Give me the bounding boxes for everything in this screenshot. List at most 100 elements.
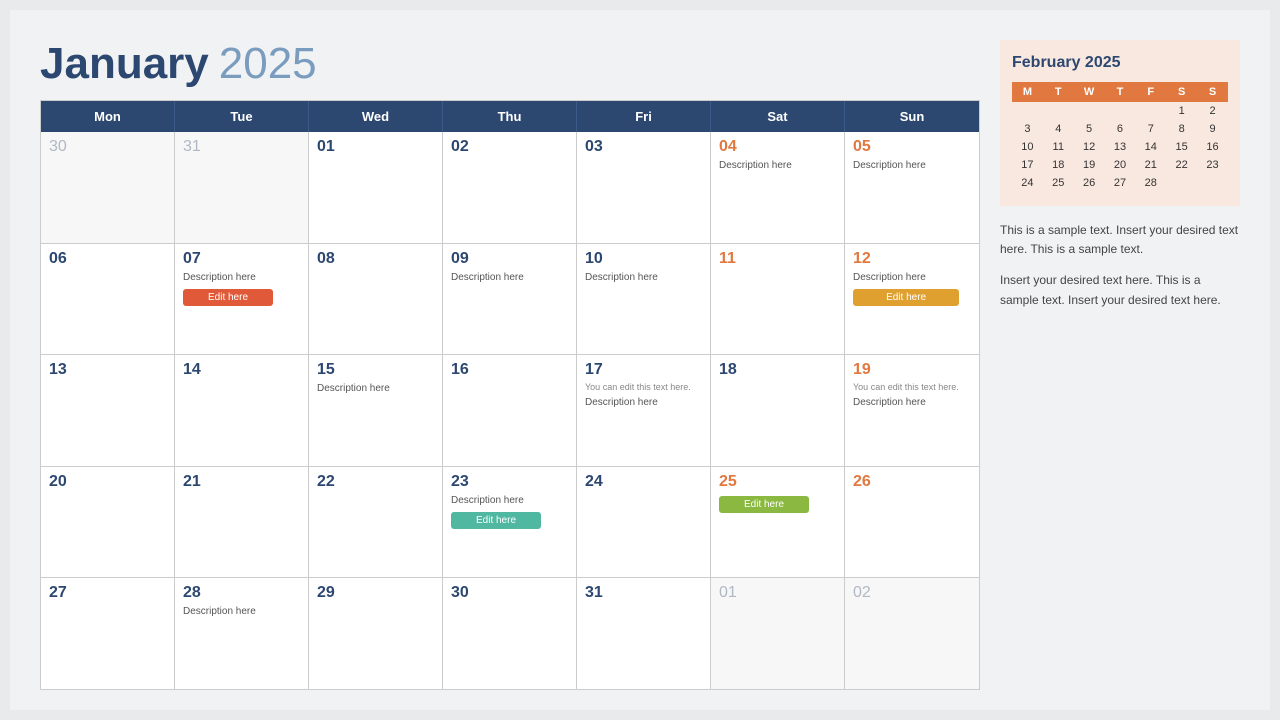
- mini-cal-cell: [1166, 174, 1197, 192]
- mini-cal-cell: [1012, 102, 1043, 120]
- small-note: You can edit this text here.: [585, 382, 702, 393]
- cal-header-cell-mon: Mon: [41, 101, 175, 132]
- mini-cal-row: 17181920212223: [1012, 156, 1228, 174]
- cal-cell: 30: [41, 132, 175, 243]
- mini-cal-cell: 7: [1135, 120, 1166, 138]
- day-number: 08: [317, 250, 434, 268]
- description-text: Description here: [451, 494, 568, 507]
- day-number: 06: [49, 250, 166, 268]
- cal-cell: 31: [577, 578, 711, 689]
- day-number: 30: [49, 138, 166, 156]
- cal-cell: 02: [845, 578, 979, 689]
- cal-header-cell-tue: Tue: [175, 101, 309, 132]
- sample-text-paragraph: This is a sample text. Insert your desir…: [1000, 221, 1240, 259]
- right-panel: February 2025 MTWTFSS 123456789101112131…: [1000, 40, 1240, 690]
- mini-cal-cell: 14: [1135, 138, 1166, 156]
- day-number: 19: [853, 361, 971, 379]
- day-number: 24: [585, 473, 702, 491]
- mini-cal-cell: 28: [1135, 174, 1166, 192]
- mini-cal-cell: 4: [1043, 120, 1074, 138]
- cal-header-cell-thu: Thu: [443, 101, 577, 132]
- mini-cal-tbody: 1234567891011121314151617181920212223242…: [1012, 102, 1228, 192]
- description-text: Description here: [585, 271, 702, 284]
- main-title: January2025: [40, 40, 980, 88]
- description-text: Description here: [853, 396, 971, 409]
- mini-cal-header-cell: W: [1074, 82, 1105, 102]
- edit-button[interactable]: Edit here: [853, 289, 959, 306]
- cal-header-cell-fri: Fri: [577, 101, 711, 132]
- day-number: 02: [451, 138, 568, 156]
- mini-cal-cell: 5: [1074, 120, 1105, 138]
- description-text: Description here: [719, 159, 836, 172]
- description-text: Description here: [585, 396, 702, 409]
- day-number: 31: [585, 584, 702, 602]
- day-number: 11: [719, 250, 836, 268]
- mini-cal-cell: [1043, 102, 1074, 120]
- description-text: Description here: [853, 271, 971, 284]
- cal-cell: 25Edit here: [711, 467, 845, 578]
- mini-cal-row: 2425262728: [1012, 174, 1228, 192]
- mini-cal-cell: 21: [1135, 156, 1166, 174]
- day-number: 28: [183, 584, 300, 602]
- cal-header-cell-wed: Wed: [309, 101, 443, 132]
- cal-row-0: 30 31 01 02 03 04 Description here 05Descriptio…: [41, 132, 979, 244]
- day-number: 29: [317, 584, 434, 602]
- edit-button[interactable]: Edit here: [719, 496, 809, 513]
- cal-cell: 16: [443, 355, 577, 466]
- cal-cell: 13: [41, 355, 175, 466]
- mini-cal-thead: MTWTFSS: [1012, 82, 1228, 102]
- mini-cal-header-cell: S: [1166, 82, 1197, 102]
- day-number: 03: [585, 138, 702, 156]
- mini-cal-cell: [1197, 174, 1228, 192]
- cal-cell: 10 Description here: [577, 244, 711, 355]
- day-number: 01: [719, 584, 836, 602]
- calendar-grid: MonTueWedThuFriSatSun 303101020304Descri…: [40, 100, 980, 690]
- cal-cell: 27: [41, 578, 175, 689]
- day-number: 16: [451, 361, 568, 379]
- mini-cal-cell: 6: [1105, 120, 1136, 138]
- cal-cell: 03: [577, 132, 711, 243]
- description-text: Description here: [183, 271, 300, 284]
- edit-button[interactable]: Edit here: [183, 289, 273, 306]
- cal-cell: 12Description hereEdit here: [845, 244, 979, 355]
- mini-cal-cell: 25: [1043, 174, 1074, 192]
- cal-cell: 19You can edit this text here.Descriptio…: [845, 355, 979, 466]
- cal-cell: 05Description here: [845, 132, 979, 243]
- cal-cell: 09Description here: [443, 244, 577, 355]
- left-panel: January2025 MonTueWedThuFriSatSun 303101…: [40, 40, 980, 690]
- cal-cell: 17You can edit this text here.Descriptio…: [577, 355, 711, 466]
- sample-text-block: This is a sample text. Insert your desir…: [1000, 221, 1240, 310]
- cal-header-cell-sun: Sun: [845, 101, 979, 132]
- mini-cal-cell: 13: [1105, 138, 1136, 156]
- cal-cell: 08: [309, 244, 443, 355]
- edit-button[interactable]: Edit here: [451, 512, 541, 529]
- cal-row-4: 27 28 Description here 29 30 31 01 02: [41, 578, 979, 689]
- day-number: 07: [183, 250, 300, 268]
- month-label: January: [40, 39, 209, 88]
- day-number: 01: [317, 138, 434, 156]
- day-number: 18: [719, 361, 836, 379]
- mini-cal-row: 12: [1012, 102, 1228, 120]
- mini-cal-cell: [1135, 102, 1166, 120]
- mini-cal-cell: 17: [1012, 156, 1043, 174]
- cal-row-1: 06 07 Description here Edit here 08 09Descrip…: [41, 244, 979, 356]
- year-label: 2025: [219, 39, 317, 88]
- description-text: Description here: [451, 271, 568, 284]
- cal-cell: 01: [309, 132, 443, 243]
- cal-cell: 21: [175, 467, 309, 578]
- cal-cell: 31: [175, 132, 309, 243]
- cal-cell: 30: [443, 578, 577, 689]
- cal-cell: 26: [845, 467, 979, 578]
- mini-cal-row: 3456789: [1012, 120, 1228, 138]
- mini-calendar-table: MTWTFSS 12345678910111213141516171819202…: [1012, 82, 1228, 192]
- mini-cal-row: 10111213141516: [1012, 138, 1228, 156]
- cal-row-3: 20212223Description hereEdit here2425Edi…: [41, 467, 979, 579]
- main-container: January2025 MonTueWedThuFriSatSun 303101…: [10, 10, 1270, 710]
- day-number: 10: [585, 250, 702, 268]
- day-number: 02: [853, 584, 971, 602]
- day-number: 27: [49, 584, 166, 602]
- day-number: 20: [49, 473, 166, 491]
- cal-cell: 24: [577, 467, 711, 578]
- description-text: Description here: [183, 605, 300, 618]
- day-number: 04: [719, 138, 836, 156]
